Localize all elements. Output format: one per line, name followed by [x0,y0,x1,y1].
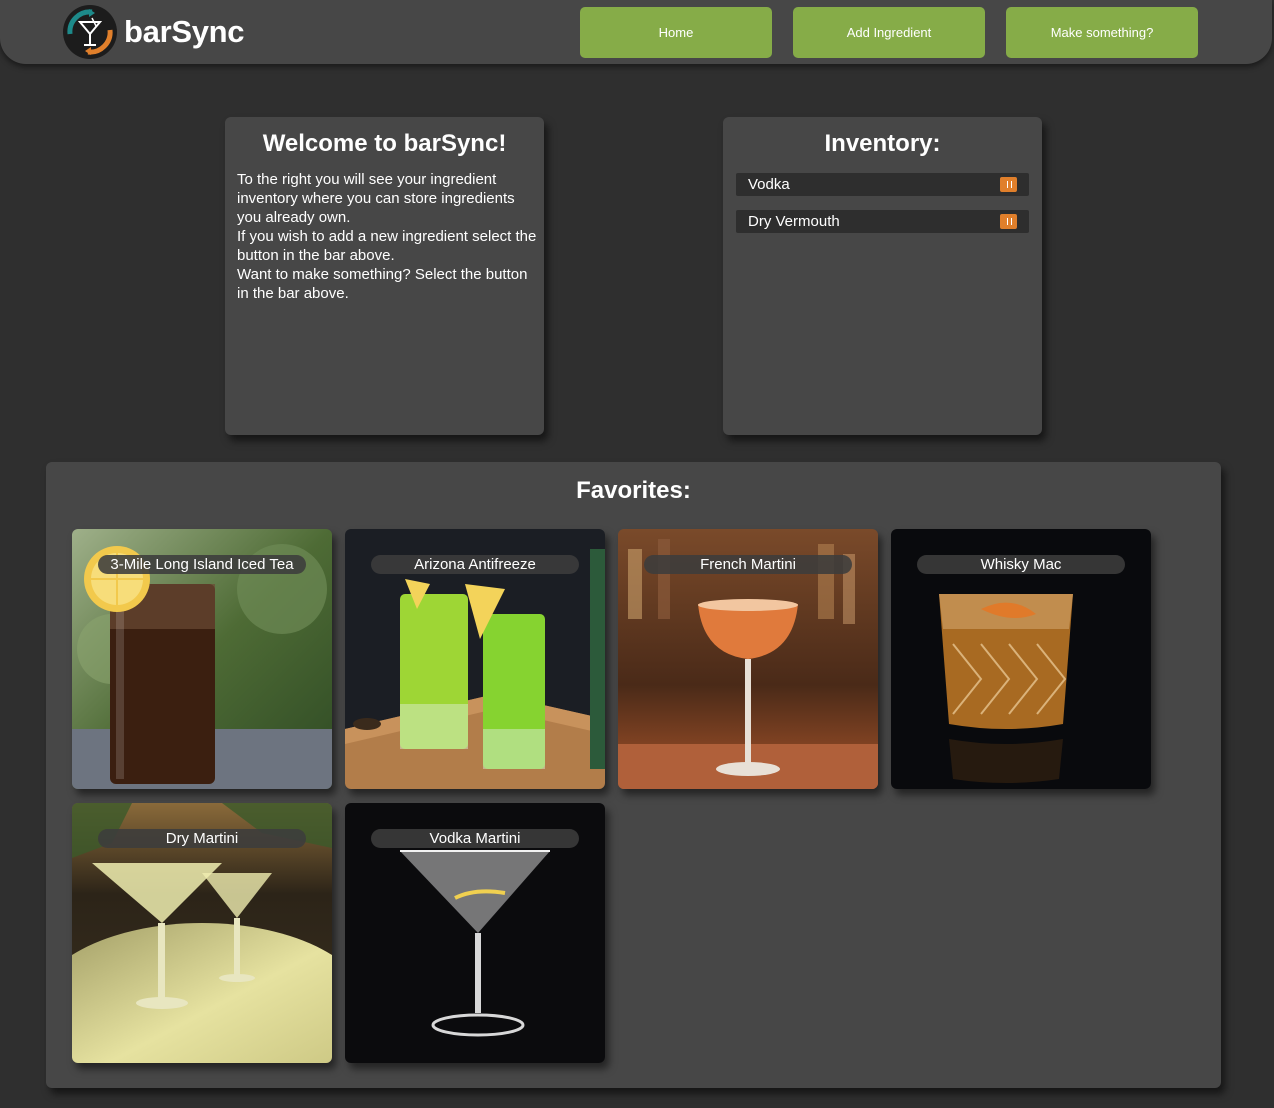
welcome-title: Welcome to barSync! [262,130,507,157]
favorites-title: Favorites: [576,477,691,504]
favorite-card-label: Whisky Mac [917,555,1125,574]
welcome-line: To the right you will see your ingredien… [237,171,515,226]
favorite-card-label: Vodka Martini [371,829,579,848]
favorite-card-long-island-iced-tea[interactable]: 3-Mile Long Island Iced Tea [72,529,332,789]
martini-glass-sync-icon[interactable] [62,4,118,60]
favorites-panel: Favorites: 3-Mile Long Island Iced Tea A… [46,462,1221,1088]
favorite-card-vodka-martini[interactable]: Vodka Martini [345,803,605,1063]
favorite-card-label: French Martini [644,555,852,574]
welcome-line: If you wish to add a new ingredient sele… [237,228,537,264]
favorite-card-dry-martini[interactable]: Dry Martini [72,803,332,1063]
favorite-card-french-martini[interactable]: French Martini [618,529,878,789]
welcome-panel: Welcome to barSync! To the right you wil… [225,117,544,435]
welcome-line: Want to make something? Select the butto… [237,266,528,302]
navbar: barSync Home Add Ingredient Make somethi… [0,0,1272,64]
welcome-text: To the right you will see your ingredien… [237,170,537,303]
trash-icon[interactable] [1000,214,1017,229]
favorite-card-label: Arizona Antifreeze [371,555,579,574]
favorite-card-label: Dry Martini [98,829,306,848]
favorite-card-label: 3-Mile Long Island Iced Tea [98,555,306,574]
make-something-button[interactable]: Make something? [1006,7,1198,58]
inventory-panel: Inventory: Vodka Dry Vermouth [723,117,1042,435]
inventory-item: Dry Vermouth [736,210,1029,233]
favorite-card-arizona-antifreeze[interactable]: Arizona Antifreeze [345,529,605,789]
brand-name[interactable]: barSync [124,14,245,50]
home-button[interactable]: Home [580,7,772,58]
inventory-item-label: Vodka [748,176,790,193]
inventory-item-label: Dry Vermouth [748,213,840,230]
trash-icon[interactable] [1000,177,1017,192]
inventory-title: Inventory: [824,130,941,157]
favorite-card-whisky-mac[interactable]: Whisky Mac [891,529,1151,789]
add-ingredient-button[interactable]: Add Ingredient [793,7,985,58]
inventory-item: Vodka [736,173,1029,196]
